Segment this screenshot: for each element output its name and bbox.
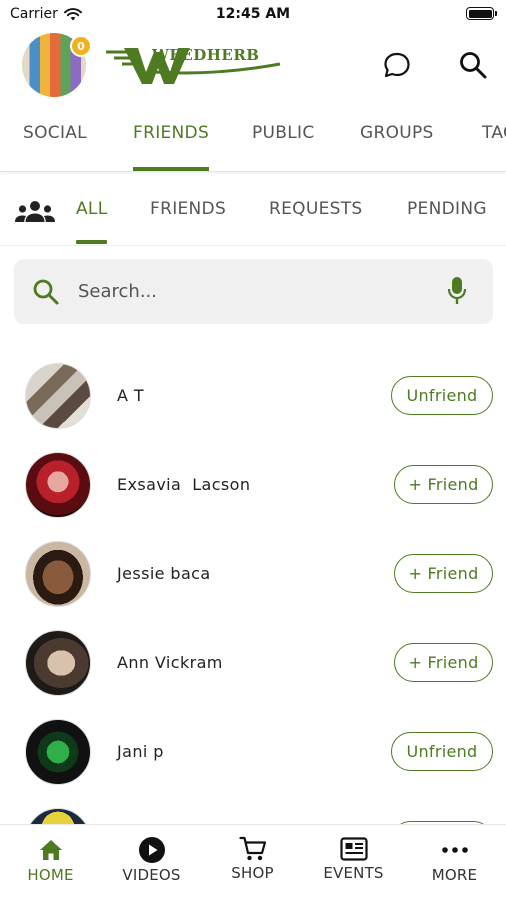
play-circle-icon [138,837,165,863]
avatar[interactable] [25,541,91,607]
subtab-friends[interactable]: FRIENDS [150,180,227,245]
tab-label: FRIENDS [133,123,210,143]
unfriend-button[interactable]: Unfriend [391,732,493,771]
avatar[interactable] [25,363,91,429]
status-bar: Carrier 12:45 AM [0,0,506,30]
logo-text: WEEDHERB [152,46,260,64]
cart-icon [238,836,266,861]
nav-more[interactable]: MORE [404,825,505,900]
nav-label: EVENTS [323,864,384,882]
tab-friends[interactable]: FRIENDS [133,112,210,171]
list-item: Jessie baca + Friend [0,528,506,617]
nav-videos[interactable]: VIDEOS [101,825,202,900]
tab-tag[interactable]: TAG [482,112,506,171]
friend-name: Ann Vickram [117,653,223,672]
active-subtab-indicator [76,240,108,244]
active-tab-indicator [133,167,210,171]
add-friend-button[interactable]: + Friend [394,643,493,682]
tab-public[interactable]: PUBLIC [252,112,315,171]
tab-groups[interactable]: GROUPS [360,112,434,171]
search-icon [33,279,59,305]
friend-name: Jani p [117,742,164,761]
avatar[interactable] [25,452,91,518]
notification-badge: 0 [70,35,92,57]
microphone-icon[interactable] [447,276,467,306]
add-friend-button[interactable]: + Friend [394,554,493,593]
friend-list: A T Unfriend Exsavia Lacson + Friend Jes… [0,350,506,824]
unfriend-button[interactable]: Unfriend [391,376,493,415]
avatar[interactable] [25,630,91,696]
weedherb-logo: WEEDHERB [104,42,284,88]
sub-tab-bar: ALL FRIENDS REQUESTS PENDING [0,180,506,246]
nav-label: MORE [431,866,478,884]
subtab-label: ALL [76,199,108,219]
avatar[interactable] [25,808,91,824]
main-tab-bar: SOCIAL FRIENDS PUBLIC GROUPS TAG [0,112,506,172]
friend-name: Exsavia Lacson [117,475,251,494]
avatar[interactable] [25,719,91,785]
status-time: 12:45 AM [215,6,291,22]
nav-label: VIDEOS [122,866,181,884]
search-input[interactable] [78,273,438,309]
list-item [0,795,506,824]
subtab-pending[interactable]: PENDING [407,180,487,245]
tab-label: SOCIAL [23,123,87,143]
friend-name: Jessie baca [117,564,211,583]
tab-label: GROUPS [360,123,434,143]
people-group-icon [15,201,55,222]
app-header: 0 WEEDHERB [0,30,506,102]
tab-label: TAG [482,123,506,143]
events-icon [339,837,368,861]
add-friend-button[interactable]: + Friend [394,465,493,504]
tab-label: PUBLIC [252,123,315,143]
more-dots-icon [441,847,468,853]
subtab-label: FRIENDS [150,199,227,219]
friend-search-bar [14,259,493,324]
list-item: A T Unfriend [0,350,506,439]
bottom-nav: HOME VIDEOS SHOP EVENTS MORE [0,824,506,900]
subtab-label: PENDING [407,199,487,219]
subtab-all[interactable]: ALL [76,180,108,245]
list-item: Jani p Unfriend [0,706,506,795]
search-icon[interactable] [456,48,490,82]
nav-label: SHOP [231,864,274,882]
nav-shop[interactable]: SHOP [202,825,303,900]
subtab-requests[interactable]: REQUESTS [269,180,363,245]
friend-name: A T [117,386,145,405]
battery-icon [466,7,497,20]
subtab-label: REQUESTS [269,199,363,219]
nav-events[interactable]: EVENTS [303,825,404,900]
list-item: Exsavia Lacson + Friend [0,439,506,528]
list-item: Ann Vickram + Friend [0,617,506,706]
nav-label: HOME [27,866,74,884]
home-icon [39,840,62,860]
nav-home[interactable]: HOME [0,825,101,900]
chat-bubble-icon[interactable] [380,48,414,82]
tab-social[interactable]: SOCIAL [23,112,87,171]
